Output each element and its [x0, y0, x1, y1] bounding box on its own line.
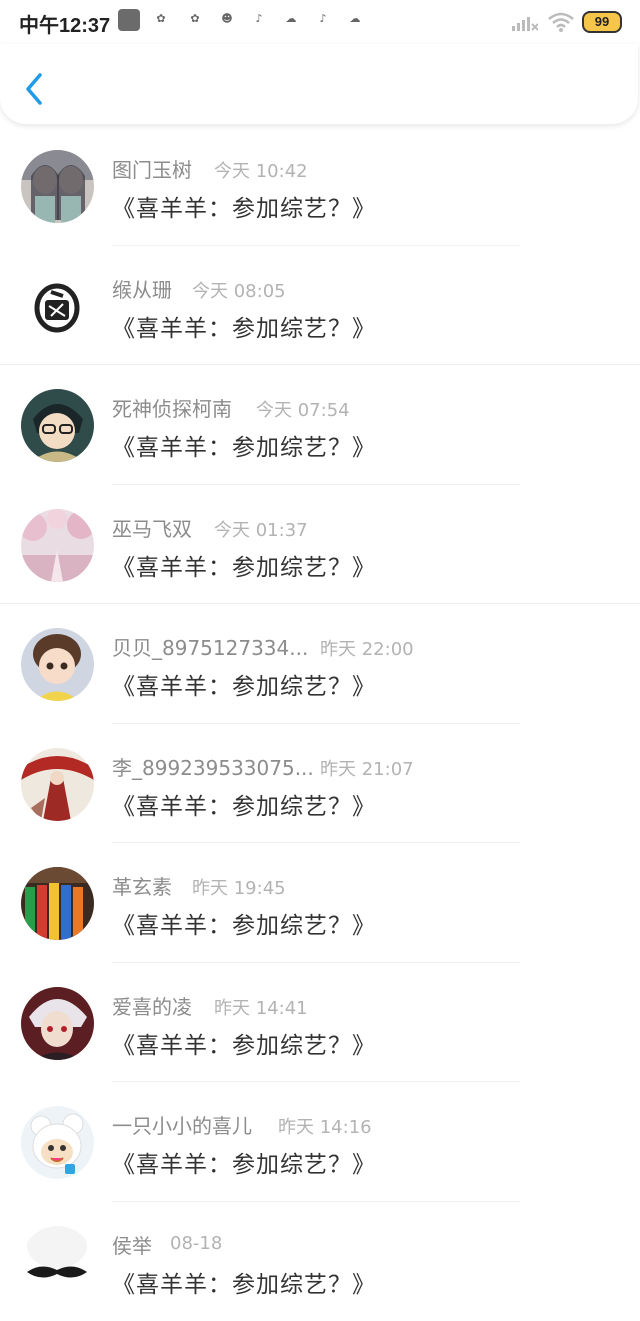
message-text: 《喜羊羊：参加综艺？》	[112, 1265, 376, 1299]
message-text: 《喜羊羊：参加综艺？》	[112, 667, 376, 701]
avatar[interactable]	[21, 150, 94, 223]
avatar[interactable]	[21, 987, 94, 1060]
list-item[interactable]: 巫马飞双 今天 01:37 《喜羊羊：参加综艺？》	[0, 485, 640, 605]
message-text: 《喜羊羊：参加综艺？》	[112, 1145, 376, 1179]
message-text: 《喜羊羊：参加综艺？》	[112, 189, 376, 223]
sender-name: 爱喜的凌	[112, 991, 192, 1020]
status-bar: 中午12:37 ✿ ✿ ☻ ♪ ☁ ♪ ☁ 99	[0, 0, 640, 44]
list-item[interactable]: 李_899239533075... 昨天 21:07 《喜羊羊：参加综艺？》	[0, 724, 640, 844]
status-time: 中午12:37	[19, 9, 110, 38]
list-item[interactable]: 死神侦探柯南 今天 07:54 《喜羊羊：参加综艺？》	[0, 365, 640, 485]
notification-icon: ✿	[188, 12, 202, 25]
message-time: 今天 07:54	[256, 396, 350, 422]
avatar[interactable]	[21, 628, 94, 701]
sender-name: 一只小小的喜儿	[112, 1110, 252, 1139]
message-text: 《喜羊羊：参加综艺？》	[112, 787, 376, 821]
message-time: 昨天 19:45	[192, 874, 286, 900]
list-item[interactable]: 爱喜的凌 昨天 14:41 《喜羊羊：参加综艺？》	[0, 963, 640, 1083]
message-time: 今天 01:37	[214, 516, 308, 542]
sender-name: 革玄素	[112, 871, 172, 900]
back-button[interactable]	[22, 71, 48, 107]
notification-icon: ☁	[284, 12, 298, 25]
signal-icon	[512, 12, 538, 32]
message-text: 《喜羊羊：参加综艺？》	[112, 1026, 376, 1060]
list-item[interactable]: 革玄素 昨天 19:45 《喜羊羊：参加综艺？》	[0, 843, 640, 963]
notification-icon: ♪	[316, 12, 330, 25]
list-item[interactable]: 图门玉树 今天 10:42 《喜羊羊：参加综艺？》	[0, 126, 640, 246]
list-item[interactable]: 缑从珊 今天 08:05 《喜羊羊：参加综艺？》	[0, 246, 640, 366]
avatar[interactable]	[21, 1106, 94, 1179]
avatar[interactable]	[21, 270, 94, 343]
list-item[interactable]: 贝贝_8975127334... 昨天 22:00 《喜羊羊：参加综艺？》	[0, 604, 640, 724]
notification-icon: ☻	[220, 12, 234, 25]
sender-name: 贝贝_8975127334...	[112, 632, 308, 661]
avatar[interactable]	[21, 748, 94, 821]
app-icon	[118, 9, 140, 31]
message-text: 《喜羊羊：参加综艺？》	[112, 548, 376, 582]
message-time: 昨天 22:00	[320, 635, 414, 661]
avatar[interactable]	[21, 867, 94, 940]
avatar[interactable]	[21, 389, 94, 462]
list-item[interactable]: 一只小小的喜儿 昨天 14:16 《喜羊羊：参加综艺？》	[0, 1082, 640, 1202]
message-time: 昨天 14:41	[214, 994, 308, 1020]
sender-name: 巫马飞双	[112, 513, 192, 542]
chevron-left-icon	[22, 71, 48, 107]
message-time: 昨天 21:07	[320, 755, 414, 781]
battery-icon: 99	[582, 11, 622, 33]
message-list: 图门玉树 今天 10:42 《喜羊羊：参加综艺？》 缑从珊 今天 08:05 《…	[0, 126, 640, 1321]
message-time: 今天 08:05	[192, 277, 286, 303]
message-time: 今天 10:42	[214, 157, 308, 183]
top-nav-bar	[0, 44, 638, 124]
list-item[interactable]: 侯举 08-18 《喜羊羊：参加综艺？》	[0, 1202, 640, 1321]
sender-name: 李_899239533075...	[112, 752, 314, 781]
sender-name: 缑从珊	[112, 274, 172, 303]
sender-name: 图门玉树	[112, 154, 192, 183]
message-text: 《喜羊羊：参加综艺？》	[112, 906, 376, 940]
message-time: 08-18	[170, 1233, 222, 1254]
message-time: 昨天 14:16	[278, 1113, 372, 1139]
notification-icon: ☁	[348, 12, 362, 25]
message-text: 《喜羊羊：参加综艺？》	[112, 428, 376, 462]
sender-name: 侯举	[112, 1230, 152, 1259]
avatar[interactable]	[21, 1226, 94, 1299]
sender-name: 死神侦探柯南	[112, 393, 232, 422]
notification-icon: ✿	[154, 12, 168, 25]
message-text: 《喜羊羊：参加综艺？》	[112, 309, 376, 343]
notification-icon: ♪	[252, 12, 266, 25]
wifi-icon	[547, 11, 575, 33]
avatar[interactable]	[21, 509, 94, 582]
